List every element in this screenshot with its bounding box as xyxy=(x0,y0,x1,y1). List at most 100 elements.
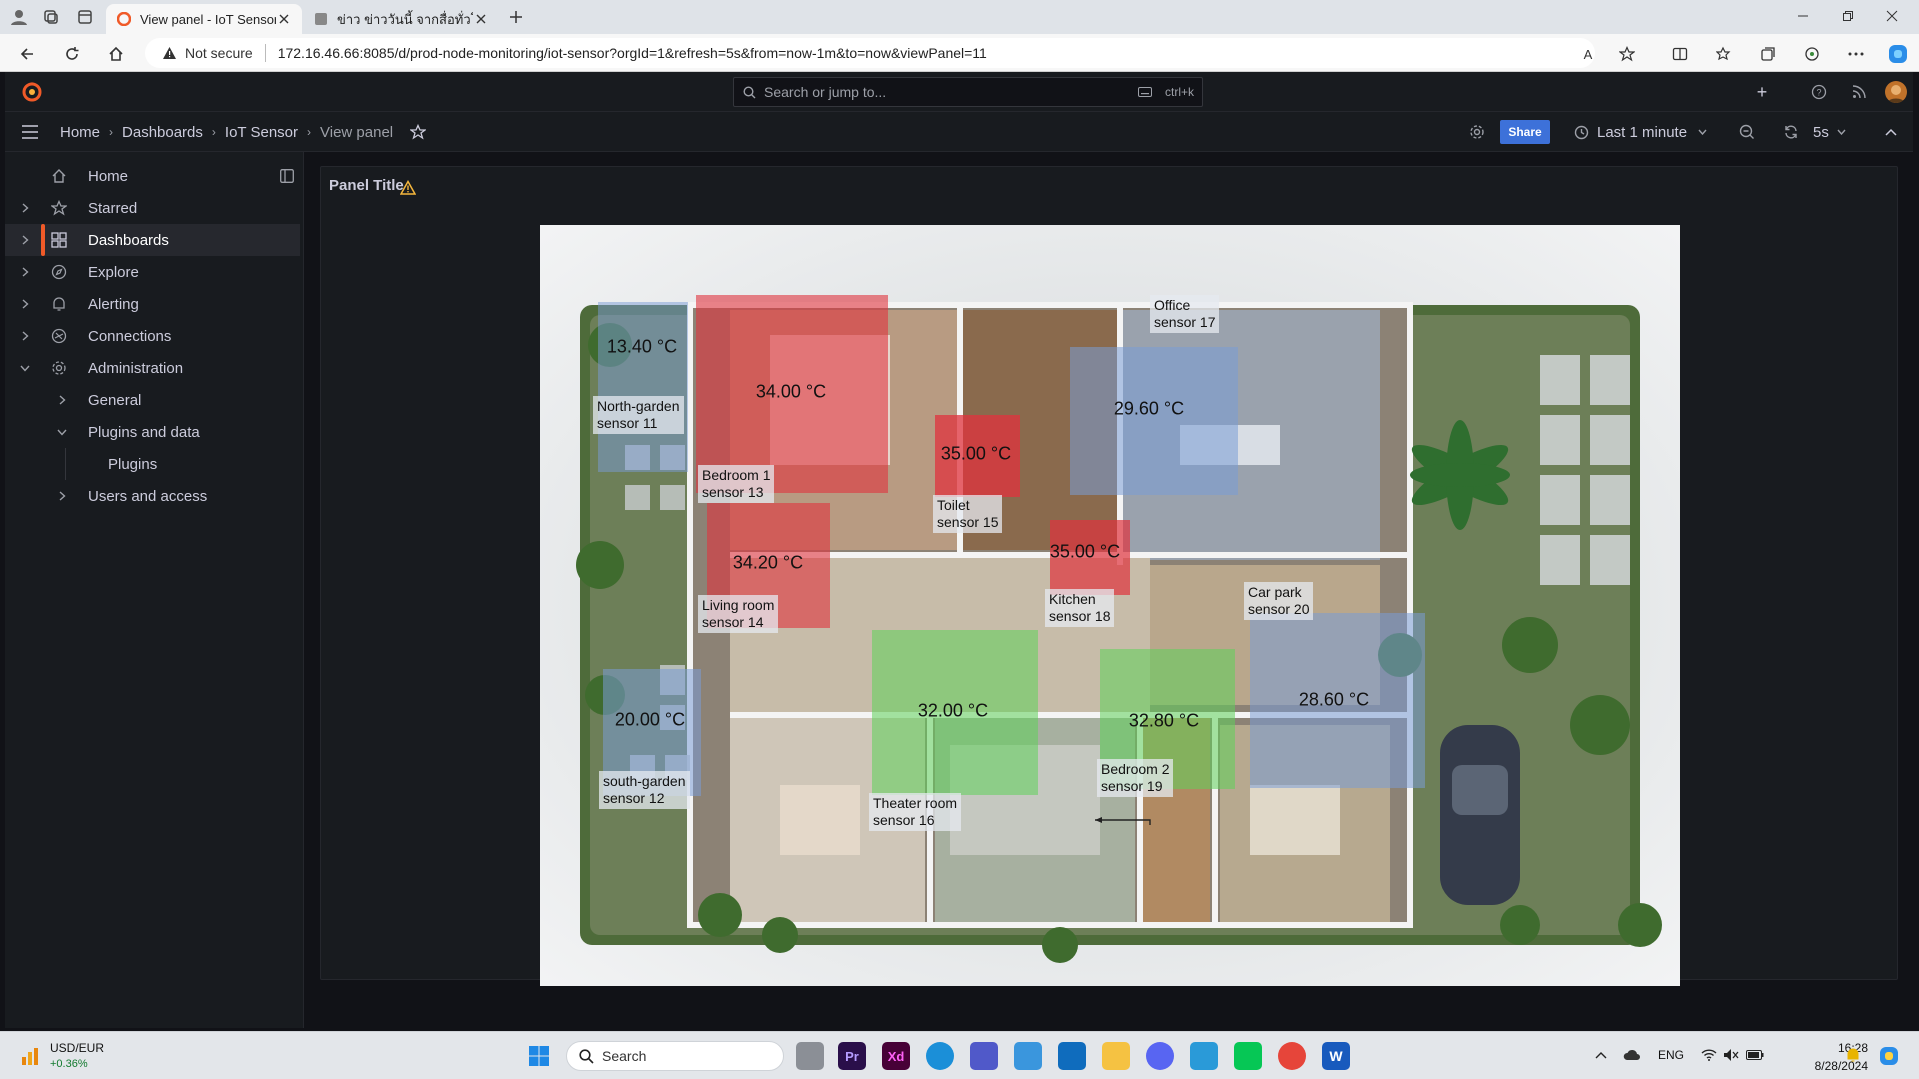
refresh-icon[interactable] xyxy=(1782,123,1800,141)
notification-bell-icon[interactable] xyxy=(1844,1046,1862,1064)
onedrive-icon[interactable] xyxy=(1622,1046,1642,1064)
label-south-garden: south-garden sensor 12 xyxy=(599,771,690,809)
taskbar-search[interactable]: Search xyxy=(566,1041,784,1071)
home-browser-icon[interactable] xyxy=(106,44,126,64)
notepad-icon[interactable] xyxy=(1190,1042,1218,1070)
reload-icon[interactable] xyxy=(62,44,82,64)
copilot-taskbar-icon[interactable] xyxy=(1877,1044,1901,1068)
word-icon[interactable]: W xyxy=(1322,1042,1350,1070)
sidebar-item-dashboards[interactable]: Dashboards xyxy=(5,224,300,256)
more-icon[interactable] xyxy=(1846,44,1866,64)
volume-muted-icon[interactable] xyxy=(1722,1046,1740,1064)
share-button[interactable]: Share xyxy=(1500,120,1550,144)
sidebar-item-administration[interactable]: Administration xyxy=(5,352,300,384)
wifi-icon[interactable] xyxy=(1700,1046,1718,1064)
collections-icon[interactable] xyxy=(1758,44,1778,64)
read-aloud-icon[interactable]: A xyxy=(1578,44,1598,64)
avatar[interactable] xyxy=(1885,81,1907,103)
sidebar: Home Starred Dashboards Explore Alerting… xyxy=(5,152,304,1028)
split-screen-icon[interactable] xyxy=(1670,44,1690,64)
search-input[interactable]: Search or jump to... ctrl+k xyxy=(733,77,1203,107)
room-name: Car park xyxy=(1248,584,1302,600)
sidebar-item-plugins[interactable]: Plugins xyxy=(5,448,300,480)
grafana-logo-icon[interactable] xyxy=(20,80,44,104)
chevron-right-icon[interactable] xyxy=(18,201,32,215)
add-new-icon[interactable]: + xyxy=(1747,82,1777,102)
widget-label[interactable]: USD/EUR xyxy=(50,1041,104,1055)
tab-actions-icon[interactable] xyxy=(76,8,94,26)
url-text[interactable]: 172.16.46.66:8085/d/prod-node-monitoring… xyxy=(278,45,987,61)
weather-widget-icon[interactable] xyxy=(18,1044,42,1068)
chevron-down-icon[interactable] xyxy=(55,425,69,439)
sidebar-item-connections[interactable]: Connections xyxy=(5,320,300,352)
chevron-up-icon[interactable] xyxy=(1594,1048,1608,1062)
tab-grafana[interactable]: View panel - IoT Sensor - Dashbo xyxy=(106,4,302,34)
chevron-right-icon[interactable] xyxy=(18,329,32,343)
teams-icon[interactable] xyxy=(970,1042,998,1070)
sidebar-item-general[interactable]: General xyxy=(5,384,300,416)
settings-icon[interactable] xyxy=(1468,123,1486,141)
sidebar-item-explore[interactable]: Explore xyxy=(5,256,300,288)
chevron-right-icon[interactable] xyxy=(18,297,32,311)
discord-icon[interactable] xyxy=(1146,1042,1174,1070)
restore-icon[interactable] xyxy=(1840,8,1856,24)
main-content: Panel Title 13.40 °C 20.00 °C 34.00 °C 3… xyxy=(304,152,1913,1028)
chevron-right-icon[interactable] xyxy=(55,393,69,407)
zoom-out-icon[interactable] xyxy=(1738,123,1756,141)
chrome-icon[interactable] xyxy=(1278,1042,1306,1070)
battery-icon[interactable] xyxy=(1745,1046,1765,1064)
refresh-interval-picker[interactable]: 5s xyxy=(1813,120,1847,144)
sidebar-item-home[interactable]: Home xyxy=(5,160,300,192)
start-icon[interactable] xyxy=(527,1044,551,1068)
sidebar-item-users-and-access[interactable]: Users and access xyxy=(5,480,300,512)
favorites-icon[interactable] xyxy=(1714,44,1734,64)
back-icon[interactable] xyxy=(17,44,37,64)
star-outline-icon[interactable] xyxy=(409,123,427,141)
breadcrumb-view-panel: View panel xyxy=(320,123,394,141)
close-tab-icon[interactable] xyxy=(473,11,489,27)
time-range-picker[interactable]: Last 1 minute xyxy=(1573,120,1707,144)
sidebar-item-starred[interactable]: Starred xyxy=(5,192,300,224)
file-explorer-icon[interactable] xyxy=(1102,1042,1130,1070)
chevron-right-icon[interactable] xyxy=(18,233,32,247)
task-view-icon[interactable] xyxy=(796,1042,824,1070)
extensions-icon[interactable] xyxy=(1802,44,1822,64)
tab-news[interactable]: ข่าว ข่าววันนี้ จากสื่อทั่วโลก ผลบอลโลก xyxy=(303,4,499,34)
workspaces-icon[interactable] xyxy=(42,8,60,26)
sidebar-item-plugins-and-data[interactable]: Plugins and data xyxy=(5,416,300,448)
edge-icon[interactable] xyxy=(926,1042,954,1070)
sensor-name: sensor 16 xyxy=(873,812,935,828)
profile-icon[interactable] xyxy=(9,7,29,27)
sensor-name: sensor 12 xyxy=(603,790,665,806)
breadcrumb-iot-sensor[interactable]: IoT Sensor xyxy=(225,124,298,141)
chevron-down-icon xyxy=(1837,127,1847,137)
favorite-star-icon[interactable] xyxy=(1617,44,1637,64)
address-bar[interactable]: Not secure 172.16.46.66:8085/d/prod-node… xyxy=(145,38,1595,68)
news-feed-icon[interactable] xyxy=(1850,83,1868,101)
language-indicator[interactable]: ENG xyxy=(1658,1048,1684,1062)
copilot-icon[interactable] xyxy=(1886,42,1910,66)
chevron-right-icon[interactable] xyxy=(18,265,32,279)
close-window-icon[interactable] xyxy=(1884,8,1900,24)
label-north-garden: North-garden sensor 11 xyxy=(593,396,684,434)
panel-warning-icon[interactable] xyxy=(399,178,417,196)
chevron-down-icon[interactable] xyxy=(18,361,32,375)
line-icon[interactable] xyxy=(1234,1042,1262,1070)
breadcrumb-dashboards[interactable]: Dashboards xyxy=(122,124,203,141)
close-tab-icon[interactable] xyxy=(276,11,292,27)
xd-icon[interactable]: Xd xyxy=(882,1042,910,1070)
label-theater-room: Theater room sensor 16 xyxy=(869,793,962,831)
help-icon[interactable]: ? xyxy=(1810,83,1828,101)
panel-title[interactable]: Panel Title xyxy=(329,177,404,194)
mail-icon[interactable] xyxy=(1058,1042,1086,1070)
premiere-icon[interactable]: Pr xyxy=(838,1042,866,1070)
collapse-header-icon[interactable] xyxy=(1882,123,1900,141)
chevron-right-icon[interactable] xyxy=(55,489,69,503)
breadcrumb-home[interactable]: Home xyxy=(60,124,100,141)
minimize-icon[interactable] xyxy=(1795,8,1811,24)
menu-toggle-icon[interactable] xyxy=(20,123,40,141)
sidebar-item-alerting[interactable]: Alerting xyxy=(5,288,300,320)
sidebar-item-label: General xyxy=(88,391,142,409)
store-icon[interactable] xyxy=(1014,1042,1042,1070)
new-tab-icon[interactable] xyxy=(507,8,525,26)
